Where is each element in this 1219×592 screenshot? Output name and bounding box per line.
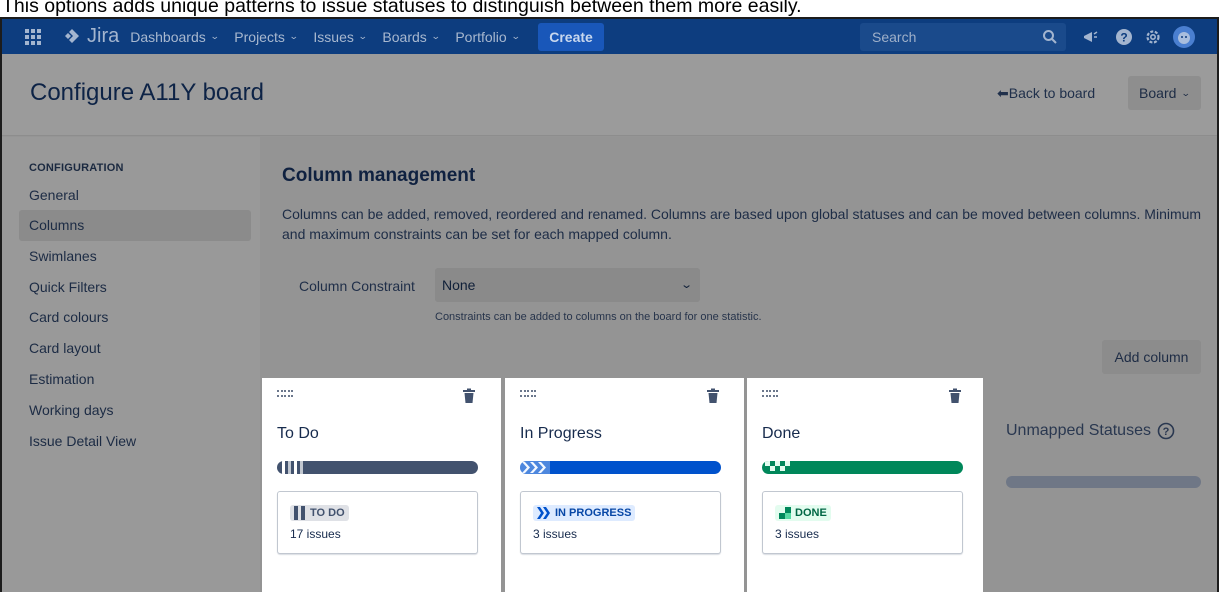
- back-to-board-label: Back to board: [1008, 85, 1096, 101]
- search-icon[interactable]: [1042, 29, 1058, 45]
- search-input[interactable]: [860, 23, 1030, 51]
- unmapped-statuses-label: Unmapped Statuses: [1006, 422, 1151, 439]
- sidebar-item-quick-filters[interactable]: Quick Filters: [19, 272, 251, 303]
- status-card-to-do[interactable]: TO DO 17 issues: [277, 491, 478, 554]
- nav-label: Projects: [234, 28, 285, 45]
- issue-count: 3 issues: [533, 527, 578, 541]
- jira-logo[interactable]: Jira: [62, 25, 119, 48]
- section-title: Column management: [282, 165, 476, 186]
- column-name[interactable]: In Progress: [520, 425, 602, 443]
- nav-menu: Dashboards ⌄ Projects ⌄ Issues ⌄ Boards ⌄ Po…: [130, 22, 604, 51]
- status-label: TO DO: [310, 507, 345, 519]
- app-switcher-icon[interactable]: [22, 26, 44, 48]
- drag-handle-icon[interactable]: [520, 390, 536, 398]
- nav-boards[interactable]: Boards ⌄: [382, 28, 441, 45]
- trash-icon[interactable]: [706, 388, 720, 404]
- sidebar-item-estimation[interactable]: Estimation: [19, 364, 251, 395]
- column-name[interactable]: Done: [762, 425, 800, 443]
- unmapped-statuses-heading: Unmapped Statuses ?: [1006, 422, 1175, 440]
- sidebar-item-columns[interactable]: Columns: [19, 210, 251, 241]
- column-in-progress[interactable]: In Progress IN PROGRESS 3 issues: [505, 378, 744, 592]
- page-header: Configure A11Y board ⬅Back to board Boar…: [2, 54, 1217, 136]
- sidebar-item-card-colours[interactable]: Card colours: [19, 302, 251, 333]
- status-lozenge: TO DO: [290, 505, 349, 521]
- trash-icon[interactable]: [462, 388, 476, 404]
- chevron-down-icon: ⌄: [1181, 87, 1192, 98]
- unmapped-status-bar: [1006, 476, 1201, 488]
- chevrons-pattern-icon: [537, 507, 550, 519]
- product-name: Jira: [87, 25, 120, 47]
- column-status-bar: [277, 461, 478, 474]
- nav-label: Dashboards: [130, 28, 206, 45]
- jira-window: Jira Dashboards ⌄ Projects ⌄ Issues ⌄ Board…: [0, 17, 1219, 592]
- section-description: Columns can be added, removed, reordered…: [282, 206, 1202, 242]
- chevron-down-icon: ⌄: [357, 31, 368, 41]
- nav-projects[interactable]: Projects ⌄: [234, 28, 299, 45]
- nav-issues[interactable]: Issues ⌄: [313, 28, 368, 45]
- caption: This options adds unique patterns to iss…: [2, 0, 802, 17]
- sidebar-item-swimlanes[interactable]: Swimlanes: [19, 241, 251, 272]
- search-box: [860, 23, 1066, 51]
- back-to-board-link[interactable]: ⬅Back to board: [997, 85, 1095, 102]
- status-label: DONE: [795, 507, 827, 519]
- svg-text:?: ?: [1163, 426, 1170, 438]
- status-label: IN PROGRESS: [555, 507, 632, 519]
- configuration-sidebar: CONFIGURATION General Columns Swimlanes …: [2, 137, 260, 592]
- column-done[interactable]: Done DONE 3 issues: [747, 378, 983, 592]
- issue-count: 3 issues: [775, 527, 820, 541]
- column-constraint-label: Column Constraint: [299, 278, 415, 294]
- jira-logo-icon: [65, 28, 79, 43]
- column-to-do[interactable]: To Do TO DO 17 issues: [262, 378, 501, 592]
- status-card-in-progress[interactable]: IN PROGRESS 3 issues: [520, 491, 721, 554]
- gear-icon[interactable]: [1143, 27, 1163, 47]
- constraint-value: None: [442, 277, 476, 293]
- avatar[interactable]: [1172, 25, 1196, 49]
- nav-label: Issues: [313, 28, 354, 45]
- issue-count: 17 issues: [290, 527, 341, 541]
- svg-text:?: ?: [1120, 31, 1127, 45]
- back-arrow-icon: ⬅: [997, 85, 1009, 101]
- stripes-pattern-icon: [294, 506, 305, 520]
- drag-handle-icon[interactable]: [762, 390, 778, 398]
- constraint-hint: Constraints can be added to columns on t…: [435, 311, 762, 323]
- status-lozenge: IN PROGRESS: [533, 505, 636, 521]
- board-button-label: Board: [1139, 85, 1177, 101]
- nav-portfolio[interactable]: Portfolio ⌄: [455, 28, 521, 45]
- nav-dashboards[interactable]: Dashboards ⌄: [130, 28, 220, 45]
- page-title: Configure A11Y board: [30, 79, 264, 106]
- help-circle-icon[interactable]: ?: [1157, 422, 1175, 440]
- chevron-down-icon: ⌄: [679, 279, 693, 291]
- megaphone-icon[interactable]: [1080, 27, 1100, 47]
- sidebar-item-working-days[interactable]: Working days: [19, 395, 251, 426]
- chevron-down-icon: ⌄: [430, 31, 441, 41]
- column-name[interactable]: To Do: [277, 425, 319, 443]
- board-menu-button[interactable]: Board ⌄: [1128, 76, 1201, 110]
- sidebar-heading: CONFIGURATION: [29, 162, 124, 174]
- sidebar-item-card-layout[interactable]: Card layout: [19, 333, 251, 364]
- create-button[interactable]: Create: [538, 22, 604, 51]
- column-status-bar: [520, 461, 721, 474]
- chevron-down-icon: ⌄: [288, 31, 299, 41]
- top-navigation: Jira Dashboards ⌄ Projects ⌄ Issues ⌄ Board…: [2, 19, 1217, 54]
- sidebar-item-issue-detail-view[interactable]: Issue Detail View: [19, 426, 251, 457]
- nav-label: Portfolio: [455, 28, 507, 45]
- drag-handle-icon[interactable]: [277, 390, 293, 398]
- chevron-down-icon: ⌄: [510, 31, 521, 41]
- help-icon[interactable]: ?: [1114, 27, 1134, 47]
- status-lozenge: DONE: [775, 505, 831, 521]
- column-constraint-select[interactable]: None ⌄: [435, 268, 700, 302]
- status-card-done[interactable]: DONE 3 issues: [762, 491, 963, 554]
- add-column-button[interactable]: Add column: [1102, 340, 1201, 374]
- checkered-pattern-icon: [779, 507, 791, 519]
- nav-label: Boards: [382, 28, 427, 45]
- sidebar-item-general[interactable]: General: [19, 180, 251, 211]
- column-status-bar: [762, 461, 963, 474]
- chevron-down-icon: ⌄: [209, 31, 220, 41]
- trash-icon[interactable]: [948, 388, 962, 404]
